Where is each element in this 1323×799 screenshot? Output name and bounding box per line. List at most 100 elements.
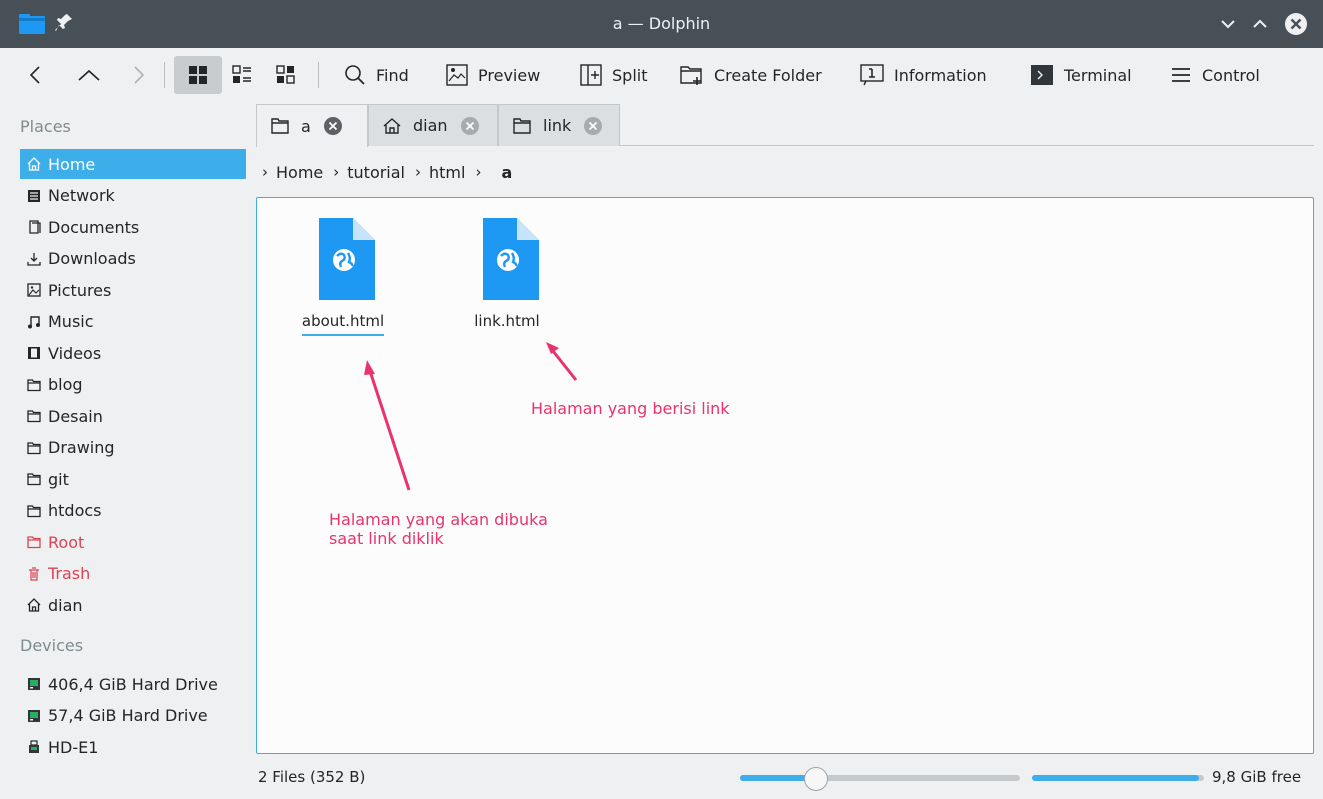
arrow-to-about: [364, 360, 411, 491]
control-button[interactable]: Control: [1170, 56, 1260, 94]
tab-a[interactable]: a: [256, 104, 368, 147]
information-label: Information: [894, 65, 987, 85]
window-title: a — Dolphin: [612, 14, 711, 33]
close-tab-icon[interactable]: [583, 116, 603, 136]
control-label: Control: [1202, 65, 1260, 85]
terminal-icon: [1031, 65, 1053, 85]
places-panel: Places Home Network Documents Downloads Pict…: [0, 102, 250, 762]
up-button[interactable]: [76, 56, 102, 94]
create-folder-button[interactable]: Create Folder: [680, 56, 822, 94]
places-item-desain[interactable]: Desain: [20, 401, 246, 431]
breadcrumb-tutorial[interactable]: tutorial: [347, 163, 405, 182]
forward-button[interactable]: [126, 56, 150, 94]
devices-item-label: HD-E1: [48, 737, 99, 757]
zoom-slider-handle[interactable]: [803, 767, 828, 791]
compact-view-button[interactable]: [232, 56, 252, 94]
folder-red-icon: [27, 536, 41, 549]
places-item-htdocs[interactable]: htdocs: [20, 496, 246, 526]
title-bar: a — Dolphin: [0, 0, 1323, 48]
devices-item-406-4-gib-hard-drive[interactable]: 406,4 GiB Hard Drive: [20, 669, 246, 699]
preview-button[interactable]: Preview: [446, 56, 540, 94]
free-space-bar[interactable]: [1032, 775, 1204, 781]
trash-icon: [29, 566, 39, 581]
breadcrumb-current[interactable]: a: [501, 163, 512, 182]
preview-label: Preview: [478, 65, 541, 85]
places-item-label: htdocs: [48, 501, 102, 520]
chevron-left-icon: [29, 66, 40, 84]
close-tab-icon[interactable]: [460, 116, 480, 136]
devices-section-title: Devices: [20, 636, 84, 655]
arrow-to-link: [546, 342, 578, 381]
split-label: Split: [612, 65, 648, 85]
breadcrumb-separator-icon[interactable]: ›: [415, 163, 421, 181]
places-section-title: Places: [20, 117, 71, 136]
places-item-label: Home: [48, 154, 96, 174]
places-item-label: Pictures: [48, 280, 112, 300]
music-icon: [28, 315, 40, 328]
free-space-label: 9,8 GiB free: [1212, 768, 1302, 786]
annotation-about-line1: Halaman yang akan dibuka: [329, 510, 548, 529]
tab-link[interactable]: link: [498, 104, 620, 146]
back-button[interactable]: [24, 56, 48, 94]
places-item-label: blog: [48, 375, 83, 394]
toolbar-separator: [164, 62, 165, 88]
zoom-slider[interactable]: [740, 775, 1020, 781]
places-item-videos[interactable]: Videos: [20, 338, 246, 368]
chevron-up-icon: [78, 69, 100, 81]
new-folder-icon: [680, 66, 702, 85]
annotation-about-line2: saat link diklik: [329, 529, 444, 548]
network-icon: [28, 189, 40, 202]
places-item-home[interactable]: Home: [20, 149, 246, 179]
find-button[interactable]: Find: [344, 56, 409, 94]
preview-icon: [446, 64, 468, 86]
places-item-network[interactable]: Network: [20, 181, 246, 211]
free-space-fill: [1032, 775, 1199, 781]
terminal-button[interactable]: Terminal: [1030, 56, 1132, 94]
places-item-git[interactable]: git: [20, 464, 246, 494]
find-label: Find: [376, 65, 409, 85]
split-button[interactable]: Split: [580, 56, 647, 94]
breadcrumb-separator-icon[interactable]: ›: [475, 163, 481, 181]
breadcrumb: › Home › tutorial › html › a: [256, 156, 512, 188]
maximize-icon[interactable]: [1248, 12, 1272, 36]
places-item-downloads[interactable]: Downloads: [20, 244, 246, 274]
documents-icon: [29, 220, 41, 234]
split-view-icon: [580, 64, 602, 86]
places-item-documents[interactable]: Documents: [20, 212, 246, 242]
details-view-button[interactable]: [276, 56, 296, 94]
breadcrumb-separator-icon: ›: [262, 163, 268, 181]
terminal-label: Terminal: [1064, 65, 1132, 85]
places-item-music[interactable]: Music: [20, 307, 246, 337]
breadcrumb-html[interactable]: html: [429, 163, 465, 182]
icons-view-icon: [189, 66, 207, 84]
places-item-trash[interactable]: Trash: [20, 559, 246, 589]
devices-item-label: 406,4 GiB Hard Drive: [48, 674, 218, 694]
information-button[interactable]: Information: [860, 56, 987, 94]
breadcrumb-home[interactable]: Home: [276, 163, 323, 182]
places-item-label: Music: [48, 312, 94, 331]
usb-drive-icon: [29, 740, 39, 753]
close-window-icon[interactable]: [1284, 12, 1308, 36]
devices-item-57-4-gib-hard-drive[interactable]: 57,4 GiB Hard Drive: [20, 701, 246, 731]
tab-dian[interactable]: dian: [368, 104, 498, 146]
file-view[interactable]: about.html link.html Halaman yang berisi…: [256, 197, 1314, 754]
places-item-root[interactable]: Root: [20, 527, 246, 557]
folder-icon: [27, 441, 41, 454]
devices-item-hd-e1[interactable]: HD-E1: [20, 732, 246, 762]
places-item-pictures[interactable]: Pictures: [20, 275, 246, 305]
places-item-drawing[interactable]: Drawing: [20, 433, 246, 463]
breadcrumb-separator-icon[interactable]: ›: [333, 163, 339, 181]
places-item-blog[interactable]: blog: [20, 370, 246, 400]
hard-drive-icon: [28, 709, 40, 722]
minimize-icon[interactable]: [1216, 12, 1240, 36]
tab-label: dian: [413, 116, 448, 135]
icons-view-button[interactable]: [174, 56, 222, 94]
tab-label: link: [543, 116, 572, 135]
close-tab-icon[interactable]: [323, 116, 343, 136]
search-icon: [345, 65, 365, 85]
places-item-dian[interactable]: dian: [20, 590, 246, 620]
folder-icon: [27, 410, 41, 423]
pictures-icon: [27, 283, 41, 297]
toolbar-separator: [318, 62, 319, 88]
annotation-link: Halaman yang berisi link: [531, 399, 730, 418]
